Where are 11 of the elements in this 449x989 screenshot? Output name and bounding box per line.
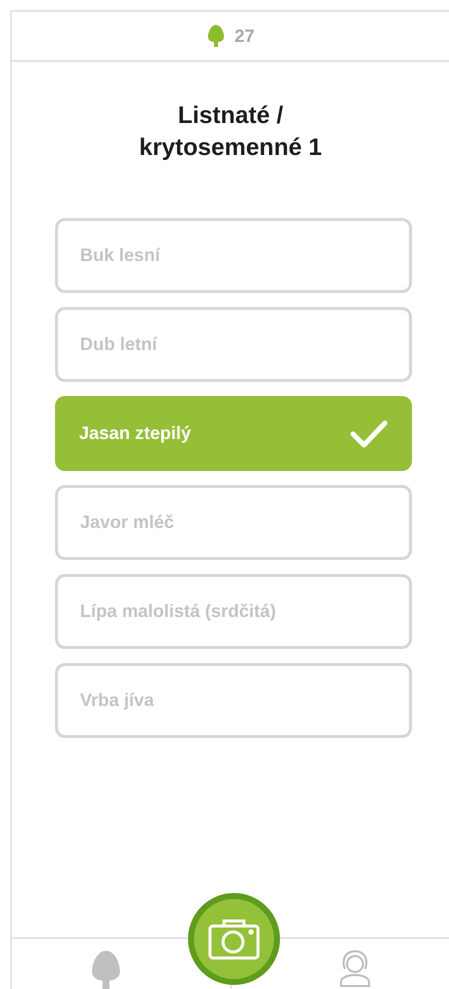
answer-option[interactable]: Jasan ztepilý [55, 396, 412, 471]
answer-option[interactable]: Buk lesní [55, 218, 412, 293]
quiz-title: Listnaté / krytosemenné 1 [138, 101, 323, 163]
answer-option[interactable]: Vrba jíva [55, 663, 412, 738]
answer-option[interactable]: Javor mléč [55, 485, 412, 560]
tree-count: 27 [234, 24, 255, 48]
answer-option[interactable]: Dub letní [55, 307, 412, 382]
answer-option[interactable]: Lípa malolistá (srdčitá) [55, 574, 412, 649]
tree-icon [206, 24, 226, 48]
check-icon [350, 418, 388, 448]
camera-icon [207, 917, 261, 961]
